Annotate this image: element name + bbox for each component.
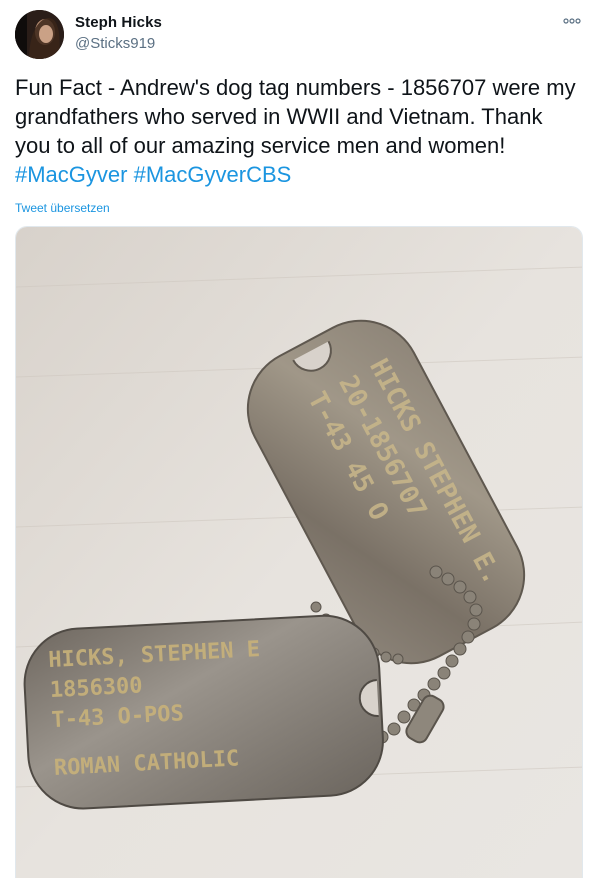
tweet-photo[interactable]: HICKS STEPHEN E. 20-1856707 T-43 45 O HI… [15, 226, 583, 878]
profile-photo-icon [15, 10, 64, 59]
author-name[interactable]: Steph Hicks [75, 14, 162, 31]
tweet-text: Fun Fact - Andrew's dog tag numbers - 18… [15, 73, 580, 189]
dog-tags-photo-icon: HICKS STEPHEN E. 20-1856707 T-43 45 O HI… [16, 227, 582, 878]
more-options-icon[interactable] [563, 14, 581, 26]
hashtag-macgyver[interactable]: #MacGyver [15, 162, 127, 187]
translate-link[interactable]: Tweet übersetzen [15, 201, 110, 215]
tweet-body: Fun Fact - Andrew's dog tag numbers - 18… [15, 75, 576, 158]
svg-text:1856300: 1856300 [49, 673, 143, 703]
author-handle[interactable]: @Sticks919 [75, 35, 155, 52]
hashtag-macgyvercbs[interactable]: #MacGyverCBS [134, 162, 292, 187]
avatar[interactable] [15, 10, 64, 59]
tweet-card: Steph Hicks @Sticks919 Fun Fact - Andrew… [0, 0, 595, 878]
